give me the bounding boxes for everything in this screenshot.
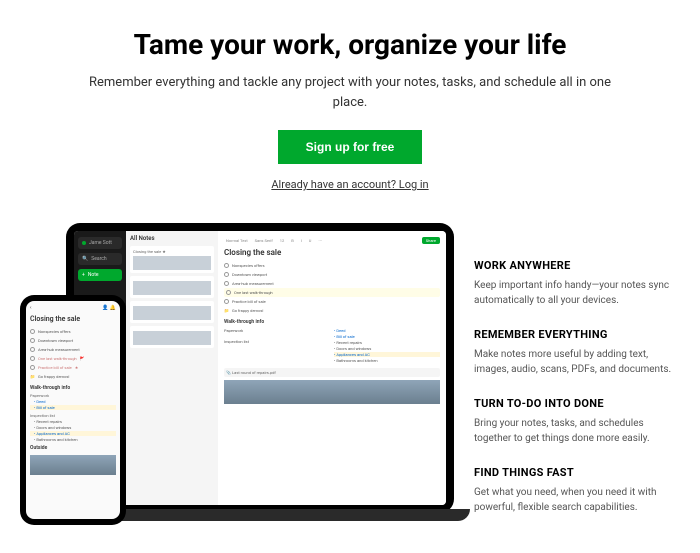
col-header: Inspection list — [224, 339, 330, 344]
hero-title: Tame your work, organize your life — [40, 28, 660, 61]
bullet: • Doors and windows — [30, 425, 116, 430]
notes-header: All Notes — [130, 235, 214, 242]
feature-item: WORK ANYWHERE Keep important info handy—… — [474, 259, 680, 308]
col-header: Paperwork — [30, 393, 116, 398]
note-card — [130, 276, 214, 298]
note-image — [30, 455, 116, 475]
sidebar-new-note: +Note — [78, 269, 122, 281]
bullet-highlighted: • Bill of sale — [30, 405, 116, 410]
phone-note-title: Closing the sale — [30, 315, 116, 323]
bullet: • Recent repairs — [334, 340, 440, 345]
section-header: Walk-through info — [224, 319, 440, 325]
task-item: Downtown viewport — [224, 270, 440, 279]
feature-body: Bring your notes, tasks, and schedules t… — [474, 416, 680, 446]
col-header: Paperwork — [224, 328, 330, 333]
task-item: Area-hub measurement — [30, 345, 116, 354]
section-header: Outside — [30, 445, 116, 451]
signup-button[interactable]: Sign up for free — [278, 130, 423, 164]
note-title: Closing the sale — [224, 248, 440, 257]
note-card — [130, 326, 214, 348]
attachment: 📎 Last round of repairs.pdf — [224, 368, 440, 377]
sidebar-search: 🔍Search — [78, 253, 122, 265]
task-item-highlighted: One last walk-through — [224, 288, 440, 297]
note-image — [224, 380, 440, 404]
feature-title: FIND THINGS FAST — [474, 466, 680, 479]
col-header: Inspection list — [30, 413, 116, 418]
task-item: Practice bill of sale ★ — [30, 363, 116, 372]
bullet: • Recent repairs — [30, 419, 116, 424]
feature-body: Keep important info handy—your notes syn… — [474, 278, 680, 308]
note-card — [130, 301, 214, 323]
feature-body: Make notes more useful by adding text, i… — [474, 347, 680, 377]
notes-list: All Notes Closing the sale ★ — [126, 231, 218, 505]
feature-item: FIND THINGS FAST Get what you need, when… — [474, 466, 680, 515]
bullet: • Doors and windows — [334, 346, 440, 351]
bullet-highlighted: • Appliances and AC — [334, 352, 440, 357]
note-card: Closing the sale ★ — [130, 246, 214, 273]
task-item: 📁Go frappy demos! — [30, 372, 116, 381]
hero-subtitle: Remember everything and tackle any proje… — [80, 73, 620, 112]
device-mockup: Jame Sott 🔍Search +Note All Notes Closin… — [20, 223, 450, 553]
feature-item: TURN TO-DO INTO DONE Bring your notes, t… — [474, 397, 680, 446]
bullet: • Bill of sale — [334, 334, 440, 339]
share-button: Share — [422, 237, 440, 244]
feature-title: WORK ANYWHERE — [474, 259, 680, 272]
task-item: Practice bill of sale — [224, 297, 440, 306]
task-item: 📁Go frappy demos! — [224, 306, 440, 315]
feature-item: REMEMBER EVERYTHING Make notes more usef… — [474, 328, 680, 377]
bullet-highlighted: • Appliances and AC — [30, 431, 116, 436]
section-header: Walk-through info — [30, 385, 116, 391]
note-editor: Share Normal TextSans Serif12BIU⋯ Closin… — [218, 231, 446, 505]
bullet: • Deed — [30, 399, 116, 404]
phone-frame: ‹👤 🔔 Closing the sale Nonspecies offers … — [20, 295, 126, 525]
sidebar-user: Jame Sott — [78, 237, 122, 249]
bullet: • Deed — [334, 328, 440, 333]
phone-header: ‹👤 🔔 — [30, 305, 116, 311]
task-item: Downtown viewport — [30, 336, 116, 345]
bullet: • Bathrooms and kitchen — [334, 358, 440, 363]
features-list: WORK ANYWHERE Keep important info handy—… — [474, 223, 680, 553]
task-item: Area-hub measurement — [224, 279, 440, 288]
task-item: Nonspecies offers — [30, 327, 116, 336]
feature-body: Get what you need, when you need it with… — [474, 485, 680, 515]
task-item: One last walk-through 🚩 — [30, 354, 116, 363]
task-item: Nonspecies offers — [224, 261, 440, 270]
feature-title: TURN TO-DO INTO DONE — [474, 397, 680, 410]
feature-title: REMEMBER EVERYTHING — [474, 328, 680, 341]
editor-toolbar: Normal TextSans Serif12BIU⋯ — [224, 237, 422, 244]
bullet: • Bathrooms and kitchen — [30, 437, 116, 442]
login-link[interactable]: Already have an account? Log in — [40, 178, 660, 191]
